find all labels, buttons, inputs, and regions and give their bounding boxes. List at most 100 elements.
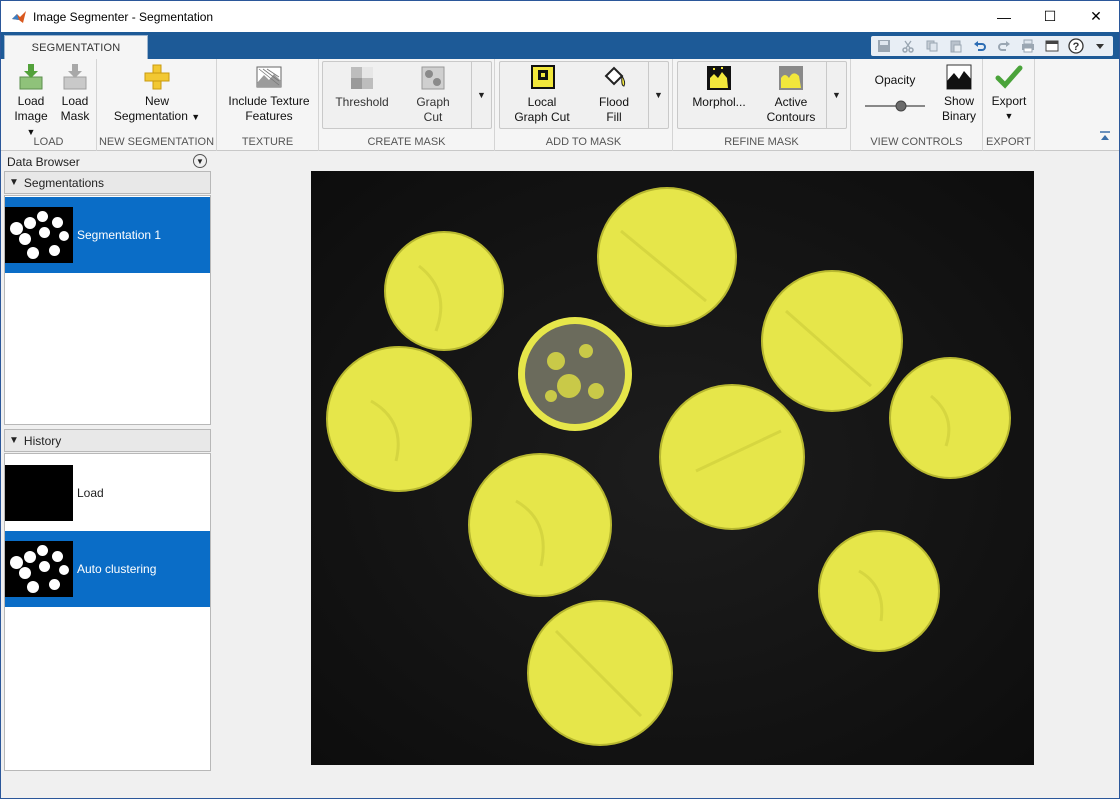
matlab-icon [12, 10, 26, 23]
save-icon[interactable] [873, 37, 895, 55]
chevron-down-icon: ▼ [654, 90, 663, 100]
local-graph-cut-icon [531, 65, 555, 89]
status-bar [1, 778, 1119, 798]
new-segmentation-section-label: NEW SEGMENTATION [98, 136, 215, 148]
load-image-icon [19, 64, 43, 90]
chevron-down-icon: ▼ [477, 90, 486, 100]
list-item[interactable]: Load [5, 455, 210, 531]
flood-fill-button[interactable]: Flood Fill [584, 64, 644, 125]
morphology-icon [707, 66, 731, 90]
plus-icon [144, 64, 170, 90]
window-layout-icon[interactable] [1041, 37, 1063, 55]
texture-section: Include Texture Features TEXTURE [217, 59, 319, 151]
create-mask-gallery-expand[interactable]: ▼ [471, 62, 491, 128]
dropdown-caret-icon: ▼ [191, 112, 201, 122]
add-to-mask-gallery: Local Graph Cut Flood Fill ▼ [499, 61, 669, 129]
tab-segmentation[interactable]: SEGMENTATION [4, 35, 148, 59]
export-button[interactable]: Export ▼ [987, 63, 1031, 124]
collapse-ribbon-icon[interactable] [1099, 131, 1111, 141]
create-mask-section: Threshold Graph Cut ▼ CREATE MASK [319, 59, 495, 151]
app-window: Image Segmenter - Segmentation — ☐ ✕ SEG… [0, 0, 1120, 799]
close-button[interactable]: ✕ [1073, 1, 1119, 32]
data-browser-header: Data Browser ▼ [4, 152, 211, 171]
chevron-down-icon: ▼ [832, 90, 841, 100]
paint-bucket-icon [604, 66, 626, 87]
threshold-icon [351, 67, 373, 89]
coins-image [311, 171, 1034, 765]
tab-strip: SEGMENTATION ? [1, 32, 1119, 59]
redo-icon[interactable] [993, 37, 1015, 55]
list-item[interactable]: Segmentation 1 [5, 197, 210, 273]
undo-icon[interactable] [969, 37, 991, 55]
segmented-image[interactable] [311, 171, 1034, 765]
collapse-triangle-icon: ▼ [9, 177, 19, 188]
morphology-button[interactable]: Morphol... [684, 64, 754, 110]
coin [384, 231, 504, 351]
refine-mask-gallery-expand[interactable]: ▼ [826, 62, 846, 128]
opacity-control: Opacity [857, 73, 933, 118]
ribbon: Load Image ▼ Load Mask LOAD New Segmenta… [1, 59, 1119, 151]
texture-icon [256, 66, 282, 88]
active-contours-button[interactable]: Active Contours [760, 64, 822, 125]
coin [659, 384, 805, 530]
opacity-label: Opacity [874, 73, 916, 87]
threshold-button[interactable]: Threshold [327, 64, 397, 110]
history-thumbnail [5, 465, 73, 521]
include-texture-features-button[interactable]: Include Texture Features [221, 63, 317, 124]
image-display-area [214, 151, 1119, 775]
coin [597, 187, 737, 327]
history-thumbnail [5, 541, 73, 597]
segmentations-list: Segmentation 1 [4, 195, 211, 425]
load-section: Load Image ▼ Load Mask LOAD [1, 59, 97, 151]
new-segmentation-section: New Segmentation ▼ NEW SEGMENTATION [97, 59, 217, 151]
export-section-label: EXPORT [985, 136, 1032, 148]
help-icon[interactable]: ? [1065, 37, 1087, 55]
history-list: Load Auto clustering [4, 453, 211, 771]
data-browser: Data Browser ▼ ▼ Segmentations Segmentat… [1, 151, 214, 775]
add-to-mask-section: Local Graph Cut Flood Fill ▼ ADD TO MASK [495, 59, 673, 151]
expand-ribbon-icon[interactable] [1089, 37, 1111, 55]
refine-mask-gallery: Morphol... Active Contours ▼ [677, 61, 847, 129]
paste-icon[interactable] [945, 37, 967, 55]
active-contours-icon [779, 66, 803, 90]
history-header[interactable]: ▼ History [4, 429, 211, 452]
dropdown-caret-icon: ▼ [1004, 111, 1014, 121]
window-title: Image Segmenter - Segmentation [33, 9, 214, 24]
print-icon[interactable] [1017, 37, 1039, 55]
segmentation-thumbnail [5, 207, 73, 263]
refine-mask-section: Morphol... Active Contours ▼ REFINE MASK [673, 59, 851, 151]
segmentations-header[interactable]: ▼ Segmentations [4, 171, 211, 194]
new-segmentation-button[interactable]: New Segmentation ▼ [103, 63, 211, 125]
graph-cut-button[interactable]: Graph Cut [403, 64, 463, 125]
svg-text:?: ? [1073, 41, 1080, 53]
coin [761, 270, 903, 412]
opacity-slider[interactable] [857, 94, 933, 118]
title-bar: Image Segmenter - Segmentation — ☐ ✕ [1, 1, 1119, 32]
quick-access-toolbar: ? [871, 36, 1113, 56]
add-to-mask-section-label: ADD TO MASK [545, 136, 622, 148]
load-image-button[interactable]: Load Image ▼ [9, 63, 53, 140]
copy-icon[interactable] [921, 37, 943, 55]
refine-mask-section-label: REFINE MASK [724, 136, 799, 148]
load-mask-button[interactable]: Load Mask [57, 63, 93, 124]
show-binary-button[interactable]: Show Binary [935, 63, 983, 124]
load-section-label: LOAD [33, 136, 64, 148]
show-binary-icon [946, 64, 972, 90]
maximize-button[interactable]: ☐ [1027, 1, 1073, 32]
minimize-button[interactable]: — [981, 1, 1027, 32]
local-graph-cut-button[interactable]: Local Graph Cut [506, 64, 578, 125]
graph-cut-icon [421, 66, 445, 90]
panel-menu-icon[interactable]: ▼ [193, 154, 207, 168]
create-mask-gallery: Threshold Graph Cut ▼ [322, 61, 492, 129]
load-mask-icon [63, 64, 87, 90]
view-controls-section-label: VIEW CONTROLS [870, 136, 963, 148]
collapse-triangle-icon: ▼ [9, 435, 19, 446]
list-item[interactable]: Auto clustering [5, 531, 210, 607]
checkmark-icon [995, 65, 1023, 89]
cut-icon[interactable] [897, 37, 919, 55]
export-section: Export ▼ EXPORT [983, 59, 1035, 151]
create-mask-section-label: CREATE MASK [367, 136, 446, 148]
add-to-mask-gallery-expand[interactable]: ▼ [648, 62, 668, 128]
texture-section-label: TEXTURE [241, 136, 294, 148]
coin [326, 346, 472, 492]
